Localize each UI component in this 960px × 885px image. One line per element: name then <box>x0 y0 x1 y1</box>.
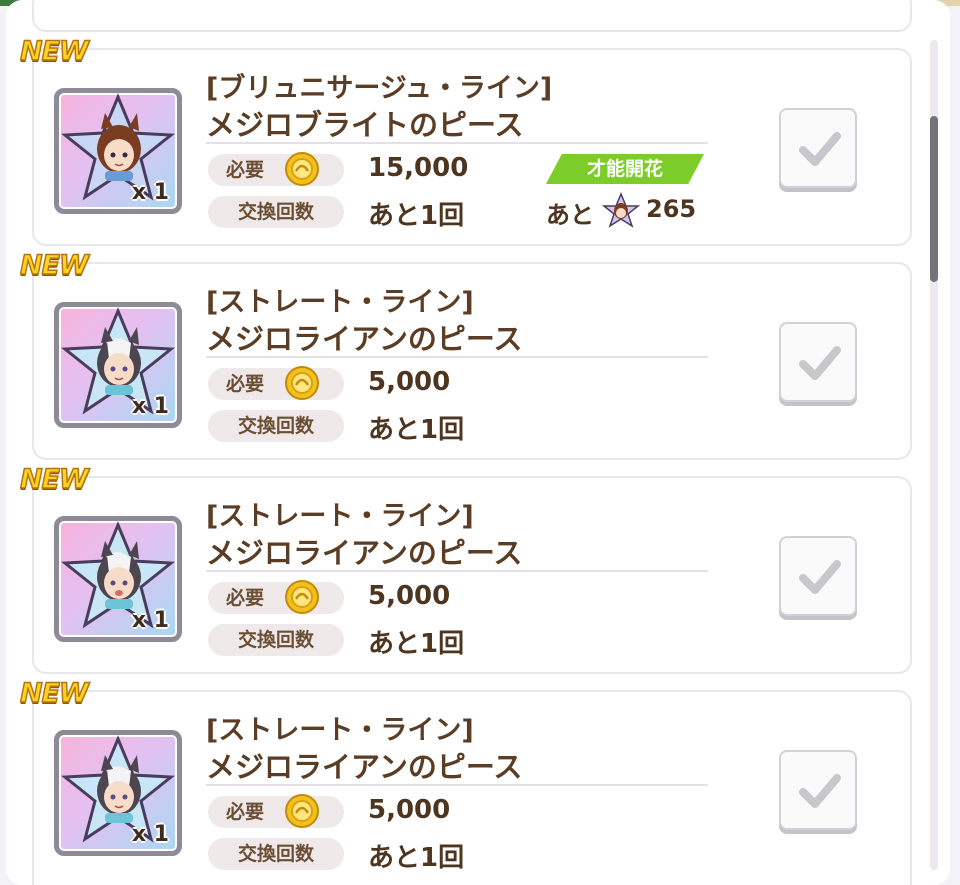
exchange-remaining: あと1回 <box>368 201 465 231</box>
scrollbar-thumb[interactable] <box>930 116 938 282</box>
required-label-pill: 必要 <box>208 580 344 614</box>
exchange-item-card[interactable]: NEW x 1 [ストレート・ライン] メジロライアンのピース 必要 5,000… <box>19 677 912 885</box>
new-badge: NEW <box>19 35 89 68</box>
new-badge: NEW <box>19 249 89 282</box>
check-icon <box>799 774 841 808</box>
divider <box>206 356 708 358</box>
cost-value: 15,000 <box>368 153 469 183</box>
item-icon: x 1 <box>54 516 182 642</box>
item-name: メジロライアンのピース <box>206 536 523 570</box>
required-label: 必要 <box>226 159 265 181</box>
previous-card-edge <box>32 0 912 32</box>
new-badge: NEW <box>19 463 89 496</box>
item-icon: x 1 <box>54 302 182 428</box>
check-icon <box>799 560 841 594</box>
divider <box>206 784 708 786</box>
item-name: メジロライアンのピース <box>206 750 523 784</box>
divider <box>206 142 708 144</box>
item-icon: x 1 <box>54 88 182 214</box>
item-quantity: x 1 <box>131 394 169 419</box>
talent-bloom-tag: 才能開花 <box>546 154 704 184</box>
exchange-remaining: あと1回 <box>368 415 465 445</box>
select-checkbox[interactable] <box>779 108 857 188</box>
item-line-name: [ストレート・ライン] <box>206 501 474 532</box>
exchange-item-card[interactable]: NEW x 1 [ブリュニサージュ・ライン] メジロブライトのピース 必要 15… <box>19 35 912 246</box>
coin-icon <box>285 580 319 614</box>
check-icon <box>799 132 841 166</box>
exchange-remaining: あと1回 <box>368 843 465 873</box>
new-badge: NEW <box>19 677 89 710</box>
item-line-name: [ストレート・ライン] <box>206 287 474 318</box>
select-checkbox[interactable] <box>779 322 857 402</box>
item-line-name: [ストレート・ライン] <box>206 715 474 746</box>
talent-remaining: あと 265 <box>546 192 716 229</box>
item-name: メジロライアンのピース <box>206 322 523 356</box>
coin-icon <box>285 152 319 186</box>
check-icon <box>799 346 841 380</box>
item-name: メジロブライトのピース <box>206 108 524 142</box>
required-label-pill: 必要 <box>208 794 344 828</box>
required-label-pill: 必要 <box>208 366 344 400</box>
coin-icon <box>285 366 319 400</box>
item-icon: x 1 <box>54 730 182 856</box>
required-label: 必要 <box>226 801 265 823</box>
cost-value: 5,000 <box>368 367 451 397</box>
exchange-count-label: 交換回数 <box>208 624 344 656</box>
select-checkbox[interactable] <box>779 536 857 616</box>
exchange-count-label: 交換回数 <box>208 196 344 228</box>
coin-icon <box>285 794 319 828</box>
divider <box>206 570 708 572</box>
select-checkbox[interactable] <box>779 750 857 830</box>
exchange-count-label: 交換回数 <box>208 838 344 870</box>
item-quantity: x 1 <box>131 822 169 847</box>
item-quantity: x 1 <box>131 608 169 633</box>
cost-value: 5,000 <box>368 795 451 825</box>
talent-remaining-amount: 265 <box>646 195 697 223</box>
piece-icon <box>602 192 640 228</box>
item-quantity: x 1 <box>131 180 169 205</box>
exchange-item-card[interactable]: NEW x 1 [ストレート・ライン] メジロライアンのピース 必要 5,000… <box>19 463 912 674</box>
talent-remaining-prefix: あと <box>546 201 594 229</box>
item-line-name: [ブリュニサージュ・ライン] <box>206 73 553 104</box>
exchange-item-card[interactable]: NEW x 1 [ストレート・ライン] メジロライアンのピース 必要 5,000… <box>19 249 912 460</box>
cost-value: 5,000 <box>368 581 451 611</box>
required-label: 必要 <box>226 587 265 609</box>
exchange-count-label: 交換回数 <box>208 410 344 442</box>
exchange-remaining: あと1回 <box>368 629 465 659</box>
required-label-pill: 必要 <box>208 152 344 186</box>
required-label: 必要 <box>226 373 265 395</box>
